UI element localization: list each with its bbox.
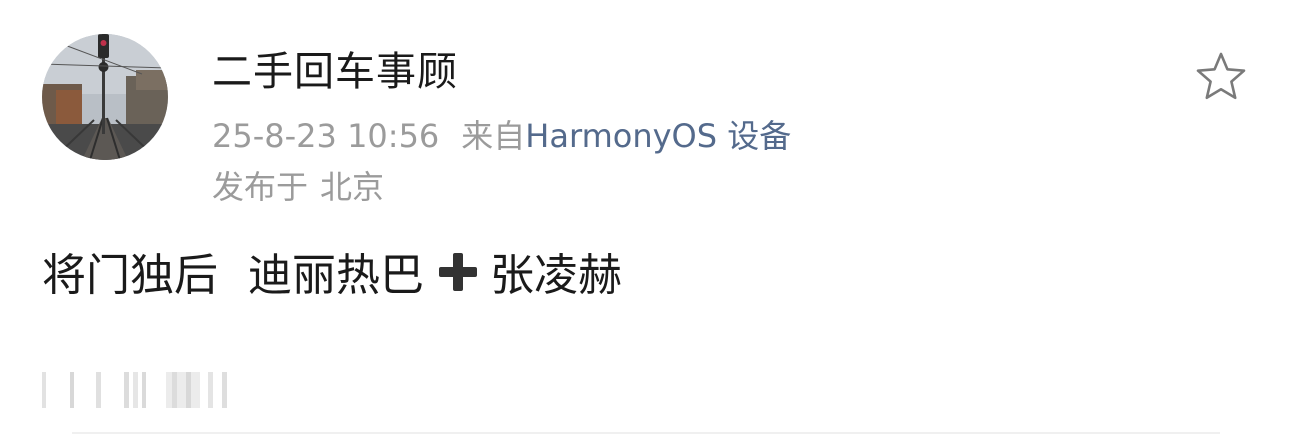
post-timestamp: 25-8-23 10:56	[212, 117, 440, 155]
weibo-post: 二手回车事顾 25-8-23 10:56 来自HarmonyOS 设备 发布于 北京…	[0, 0, 1290, 436]
star-icon[interactable]	[1194, 50, 1248, 104]
location-name: 北京	[320, 168, 385, 206]
post-location: 发布于 北京	[212, 165, 384, 209]
location-prefix: 发布于	[212, 168, 309, 206]
heavy-plus-icon	[436, 250, 480, 294]
placeholder-bars	[42, 372, 227, 408]
bottom-divider	[72, 432, 1220, 434]
content-text-part1: 将门独后	[42, 250, 218, 301]
content-text-part3: 张凌赫	[490, 250, 622, 301]
source-device-link[interactable]: HarmonyOS 设备	[525, 117, 791, 155]
post-meta: 25-8-23 10:56 来自HarmonyOS 设备	[212, 114, 791, 158]
username[interactable]: 二手回车事顾	[212, 44, 458, 100]
post-content: 将门独后 迪丽热巴 张凌赫	[42, 244, 622, 308]
avatar-railway-image	[42, 34, 168, 160]
source-prefix: 来自	[461, 117, 526, 155]
avatar[interactable]	[42, 34, 168, 160]
loading-placeholder	[40, 368, 240, 408]
content-text-part2: 迪丽热巴	[248, 250, 424, 301]
